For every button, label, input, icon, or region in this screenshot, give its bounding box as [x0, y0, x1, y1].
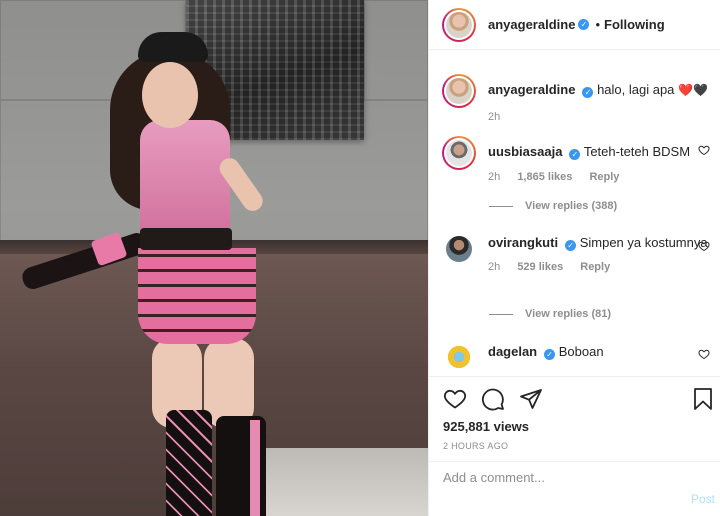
- comment-text: Boboan: [558, 344, 604, 359]
- person-boot-lace: [250, 420, 260, 516]
- wall-panel: [364, 0, 428, 100]
- comment-item: ovirangkuti ✓ Simpen ya kostumnya 2h 529 …: [442, 232, 712, 273]
- reply-button[interactable]: Reply: [589, 171, 619, 183]
- view-count[interactable]: 925,881 views: [443, 419, 529, 434]
- commenter-username[interactable]: ovirangkuti: [488, 235, 558, 250]
- caption-username[interactable]: anyageraldine: [488, 82, 575, 97]
- avatar-image: [446, 344, 472, 370]
- replies-divider: [489, 313, 513, 315]
- caption: anyageraldine ✓ halo, lagi apa ❤️🖤 2h: [442, 74, 712, 123]
- following-button[interactable]: Following: [604, 17, 665, 32]
- avatar-image: [446, 140, 472, 166]
- person-belt: [140, 228, 232, 250]
- action-bar: [443, 387, 543, 411]
- post-timestamp[interactable]: 2 HOURS AGO: [443, 441, 508, 451]
- caption-time: 2h: [488, 111, 501, 123]
- verified-icon: ✓: [582, 87, 594, 98]
- caption-text: halo, lagi apa: [597, 82, 675, 97]
- post-comment-button[interactable]: Post: [691, 492, 715, 506]
- like-comment-heart-icon[interactable]: [698, 240, 710, 252]
- avatar-image: [446, 11, 472, 38]
- like-comment-heart-icon[interactable]: [698, 348, 710, 360]
- person-face: [142, 62, 198, 128]
- post-actions-section: 925,881 views 2 HOURS AGO Post: [429, 376, 720, 506]
- separator-dot: •: [595, 17, 600, 32]
- avatar-image: [446, 236, 472, 262]
- post-media[interactable]: [0, 0, 428, 516]
- person-cap: [138, 32, 208, 62]
- comment-icon[interactable]: [481, 387, 505, 411]
- comment-time: 2h: [488, 261, 501, 273]
- heart-icon[interactable]: [443, 387, 467, 411]
- post-header: anyageraldine ✓ • Following: [429, 0, 720, 50]
- comments-list[interactable]: anyageraldine ✓ halo, lagi apa ❤️🖤 2h uu…: [429, 62, 720, 376]
- comment-likes[interactable]: 529 likes: [517, 261, 563, 273]
- avatar-image: [446, 78, 472, 104]
- commenter-username[interactable]: uusbiasaaja: [488, 144, 562, 159]
- commenter-avatar[interactable]: [442, 340, 476, 374]
- verified-icon: ✓: [544, 349, 556, 360]
- instagram-post: anyageraldine ✓ • Following anyageraldin…: [0, 0, 720, 516]
- post-sidebar: anyageraldine ✓ • Following anyageraldin…: [428, 0, 720, 516]
- like-comment-heart-icon[interactable]: [698, 144, 710, 156]
- comment-item: dagelan ✓ Boboan: [442, 340, 712, 374]
- add-comment-bar: Post: [429, 461, 720, 516]
- heart-emojis: ❤️🖤: [678, 83, 708, 97]
- comment-likes[interactable]: 1,865 likes: [517, 171, 572, 183]
- caption-avatar[interactable]: [442, 74, 476, 108]
- verified-icon: ✓: [578, 19, 590, 30]
- commenter-avatar[interactable]: [442, 136, 476, 170]
- reply-button[interactable]: Reply: [580, 261, 610, 273]
- author-username[interactable]: anyageraldine: [488, 17, 575, 32]
- floor: [240, 448, 428, 516]
- view-replies-button[interactable]: View replies (81): [489, 308, 611, 320]
- view-replies-label: View replies (388): [525, 200, 618, 212]
- view-replies-button[interactable]: View replies (388): [489, 200, 617, 212]
- replies-divider: [489, 205, 513, 207]
- comment-time: 2h: [488, 171, 501, 183]
- commenter-avatar[interactable]: [442, 232, 476, 266]
- author-avatar[interactable]: [442, 7, 476, 42]
- bookmark-icon[interactable]: [691, 387, 715, 411]
- comment-text: Simpen ya kostumnya: [579, 235, 708, 250]
- comment-input[interactable]: [443, 468, 663, 486]
- commenter-username[interactable]: dagelan: [488, 344, 537, 359]
- verified-icon: ✓: [569, 149, 581, 160]
- comment-item: uusbiasaaja ✓ Teteh-teteh BDSM 2h 1,865 l…: [442, 136, 712, 183]
- person-skirt: [138, 248, 256, 344]
- verified-icon: ✓: [565, 240, 577, 251]
- person-boot: [166, 410, 212, 516]
- view-replies-label: View replies (81): [525, 308, 612, 320]
- person-top: [140, 120, 230, 240]
- comment-text: Teteh-teteh BDSM: [583, 144, 691, 159]
- paper-plane-icon[interactable]: [519, 387, 543, 411]
